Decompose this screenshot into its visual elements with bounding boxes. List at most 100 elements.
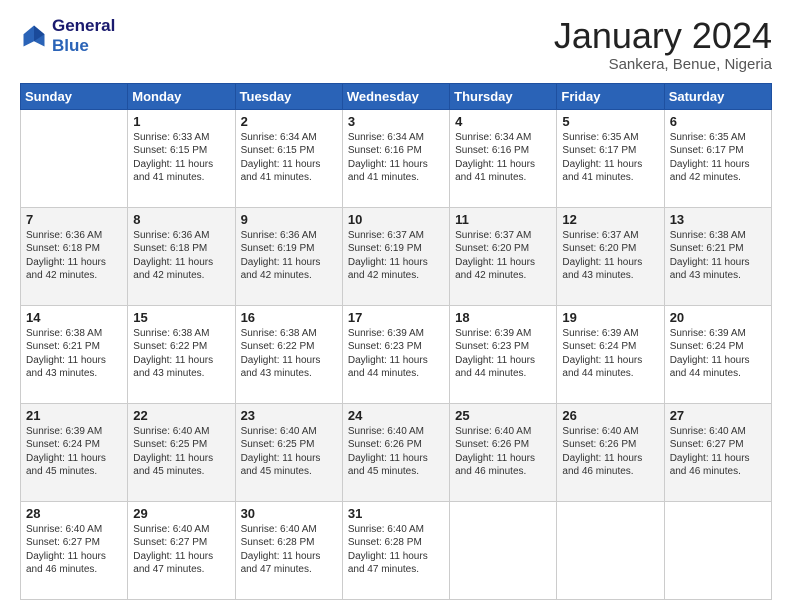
day-info: Sunrise: 6:40 AMSunset: 6:25 PMDaylight:… <box>133 425 229 479</box>
day-info: Sunrise: 6:40 AMSunset: 6:27 PMDaylight:… <box>670 425 766 479</box>
calendar-cell: 28 Sunrise: 6:40 AMSunset: 6:27 PMDayligh… <box>21 501 128 599</box>
logo-icon <box>20 22 48 50</box>
day-info: Sunrise: 6:39 AMSunset: 6:24 PMDaylight:… <box>562 327 658 381</box>
calendar-cell: 11Sunrise: 6:37 AMSunset: 6:20 PMDayligh… <box>450 207 557 305</box>
calendar-cell: 8 Sunrise: 6:36 AMSunset: 6:18 PMDaylight… <box>128 207 235 305</box>
day-header-saturday: Saturday <box>664 83 771 109</box>
day-info: Sunrise: 6:40 AMSunset: 6:26 PMDaylight:… <box>455 425 551 479</box>
day-info: Sunrise: 6:40 AMSunset: 6:26 PMDaylight:… <box>562 425 658 479</box>
day-info: Sunrise: 6:40 AMSunset: 6:27 PMDaylight:… <box>26 523 122 577</box>
location: Sankera, Benue, Nigeria <box>554 56 772 73</box>
day-info: Sunrise: 6:40 AMSunset: 6:25 PMDaylight:… <box>241 425 337 479</box>
calendar-cell: 20 Sunrise: 6:39 AMSunset: 6:24 PMDayligh… <box>664 305 771 403</box>
calendar-cell: 24 Sunrise: 6:40 AMSunset: 6:26 PMDayligh… <box>342 403 449 501</box>
calendar-cell: 7 Sunrise: 6:36 AMSunset: 6:18 PMDaylight… <box>21 207 128 305</box>
day-info: Sunrise: 6:33 AMSunset: 6:15 PMDaylight:… <box>133 131 229 185</box>
title-block: January 2024 Sankera, Benue, Nigeria <box>554 16 772 73</box>
day-number: 3 <box>348 114 444 129</box>
day-number: 6 <box>670 114 766 129</box>
calendar-cell: 15 Sunrise: 6:38 AMSunset: 6:22 PMDayligh… <box>128 305 235 403</box>
calendar-cell: 3 Sunrise: 6:34 AMSunset: 6:16 PMDaylight… <box>342 109 449 207</box>
day-number: 10 <box>348 212 444 227</box>
calendar-cell: 27Sunrise: 6:40 AMSunset: 6:27 PMDayligh… <box>664 403 771 501</box>
day-info: Sunrise: 6:40 AMSunset: 6:26 PMDaylight:… <box>348 425 444 479</box>
logo: General Blue <box>20 16 115 55</box>
calendar-week-row: 14 Sunrise: 6:38 AMSunset: 6:21 PMDayligh… <box>21 305 772 403</box>
day-number: 7 <box>26 212 122 227</box>
day-header-friday: Friday <box>557 83 664 109</box>
day-number: 18 <box>455 310 551 325</box>
calendar-cell: 26 Sunrise: 6:40 AMSunset: 6:26 PMDayligh… <box>557 403 664 501</box>
day-number: 24 <box>348 408 444 423</box>
day-number: 22 <box>133 408 229 423</box>
day-info: Sunrise: 6:37 AMSunset: 6:19 PMDaylight:… <box>348 229 444 283</box>
day-number: 29 <box>133 506 229 521</box>
calendar-week-row: 28 Sunrise: 6:40 AMSunset: 6:27 PMDayligh… <box>21 501 772 599</box>
month-title: January 2024 <box>554 16 772 56</box>
day-number: 16 <box>241 310 337 325</box>
day-info: Sunrise: 6:37 AMSunset: 6:20 PMDaylight:… <box>562 229 658 283</box>
day-info: Sunrise: 6:38 AMSunset: 6:22 PMDaylight:… <box>241 327 337 381</box>
day-number: 2 <box>241 114 337 129</box>
day-info: Sunrise: 6:40 AMSunset: 6:28 PMDaylight:… <box>241 523 337 577</box>
calendar-cell: 17Sunrise: 6:39 AMSunset: 6:23 PMDayligh… <box>342 305 449 403</box>
calendar-cell: 23 Sunrise: 6:40 AMSunset: 6:25 PMDayligh… <box>235 403 342 501</box>
calendar-cell <box>664 501 771 599</box>
calendar-cell: 1Sunrise: 6:33 AMSunset: 6:15 PMDaylight… <box>128 109 235 207</box>
day-number: 14 <box>26 310 122 325</box>
day-info: Sunrise: 6:35 AMSunset: 6:17 PMDaylight:… <box>562 131 658 185</box>
calendar-cell: 5 Sunrise: 6:35 AMSunset: 6:17 PMDaylight… <box>557 109 664 207</box>
day-number: 15 <box>133 310 229 325</box>
day-number: 9 <box>241 212 337 227</box>
day-number: 4 <box>455 114 551 129</box>
day-number: 28 <box>26 506 122 521</box>
day-info: Sunrise: 6:40 AMSunset: 6:27 PMDaylight:… <box>133 523 229 577</box>
calendar-cell <box>557 501 664 599</box>
day-number: 31 <box>348 506 444 521</box>
day-number: 25 <box>455 408 551 423</box>
day-header-wednesday: Wednesday <box>342 83 449 109</box>
calendar-header-row: SundayMondayTuesdayWednesdayThursdayFrid… <box>21 83 772 109</box>
day-number: 20 <box>670 310 766 325</box>
day-info: Sunrise: 6:36 AMSunset: 6:18 PMDaylight:… <box>26 229 122 283</box>
day-info: Sunrise: 6:34 AMSunset: 6:16 PMDaylight:… <box>348 131 444 185</box>
day-number: 23 <box>241 408 337 423</box>
day-info: Sunrise: 6:34 AMSunset: 6:16 PMDaylight:… <box>455 131 551 185</box>
calendar-cell: 2 Sunrise: 6:34 AMSunset: 6:15 PMDaylight… <box>235 109 342 207</box>
day-number: 5 <box>562 114 658 129</box>
calendar-cell: 12 Sunrise: 6:37 AMSunset: 6:20 PMDayligh… <box>557 207 664 305</box>
day-number: 26 <box>562 408 658 423</box>
day-info: Sunrise: 6:38 AMSunset: 6:22 PMDaylight:… <box>133 327 229 381</box>
calendar-cell: 13Sunrise: 6:38 AMSunset: 6:21 PMDayligh… <box>664 207 771 305</box>
calendar-cell: 14 Sunrise: 6:38 AMSunset: 6:21 PMDayligh… <box>21 305 128 403</box>
day-header-monday: Monday <box>128 83 235 109</box>
calendar-cell: 19 Sunrise: 6:39 AMSunset: 6:24 PMDayligh… <box>557 305 664 403</box>
day-number: 19 <box>562 310 658 325</box>
day-header-tuesday: Tuesday <box>235 83 342 109</box>
header: General Blue January 2024 Sankera, Benue… <box>20 16 772 73</box>
logo-text: General Blue <box>52 16 115 55</box>
day-number: 21 <box>26 408 122 423</box>
day-header-thursday: Thursday <box>450 83 557 109</box>
calendar-cell: 21Sunrise: 6:39 AMSunset: 6:24 PMDayligh… <box>21 403 128 501</box>
calendar-table: SundayMondayTuesdayWednesdayThursdayFrid… <box>20 83 772 600</box>
day-info: Sunrise: 6:38 AMSunset: 6:21 PMDaylight:… <box>670 229 766 283</box>
calendar-cell: 22 Sunrise: 6:40 AMSunset: 6:25 PMDayligh… <box>128 403 235 501</box>
calendar-cell: 25 Sunrise: 6:40 AMSunset: 6:26 PMDayligh… <box>450 403 557 501</box>
day-info: Sunrise: 6:36 AMSunset: 6:18 PMDaylight:… <box>133 229 229 283</box>
day-info: Sunrise: 6:39 AMSunset: 6:24 PMDaylight:… <box>670 327 766 381</box>
day-info: Sunrise: 6:38 AMSunset: 6:21 PMDaylight:… <box>26 327 122 381</box>
day-info: Sunrise: 6:36 AMSunset: 6:19 PMDaylight:… <box>241 229 337 283</box>
day-number: 11 <box>455 212 551 227</box>
calendar-cell: 4 Sunrise: 6:34 AMSunset: 6:16 PMDaylight… <box>450 109 557 207</box>
calendar-week-row: 1Sunrise: 6:33 AMSunset: 6:15 PMDaylight… <box>21 109 772 207</box>
day-info: Sunrise: 6:34 AMSunset: 6:15 PMDaylight:… <box>241 131 337 185</box>
day-number: 12 <box>562 212 658 227</box>
calendar-cell: 9 Sunrise: 6:36 AMSunset: 6:19 PMDaylight… <box>235 207 342 305</box>
calendar-cell: 6 Sunrise: 6:35 AMSunset: 6:17 PMDaylight… <box>664 109 771 207</box>
page: General Blue January 2024 Sankera, Benue… <box>0 0 792 612</box>
day-number: 8 <box>133 212 229 227</box>
day-info: Sunrise: 6:35 AMSunset: 6:17 PMDaylight:… <box>670 131 766 185</box>
day-header-sunday: Sunday <box>21 83 128 109</box>
day-number: 17 <box>348 310 444 325</box>
